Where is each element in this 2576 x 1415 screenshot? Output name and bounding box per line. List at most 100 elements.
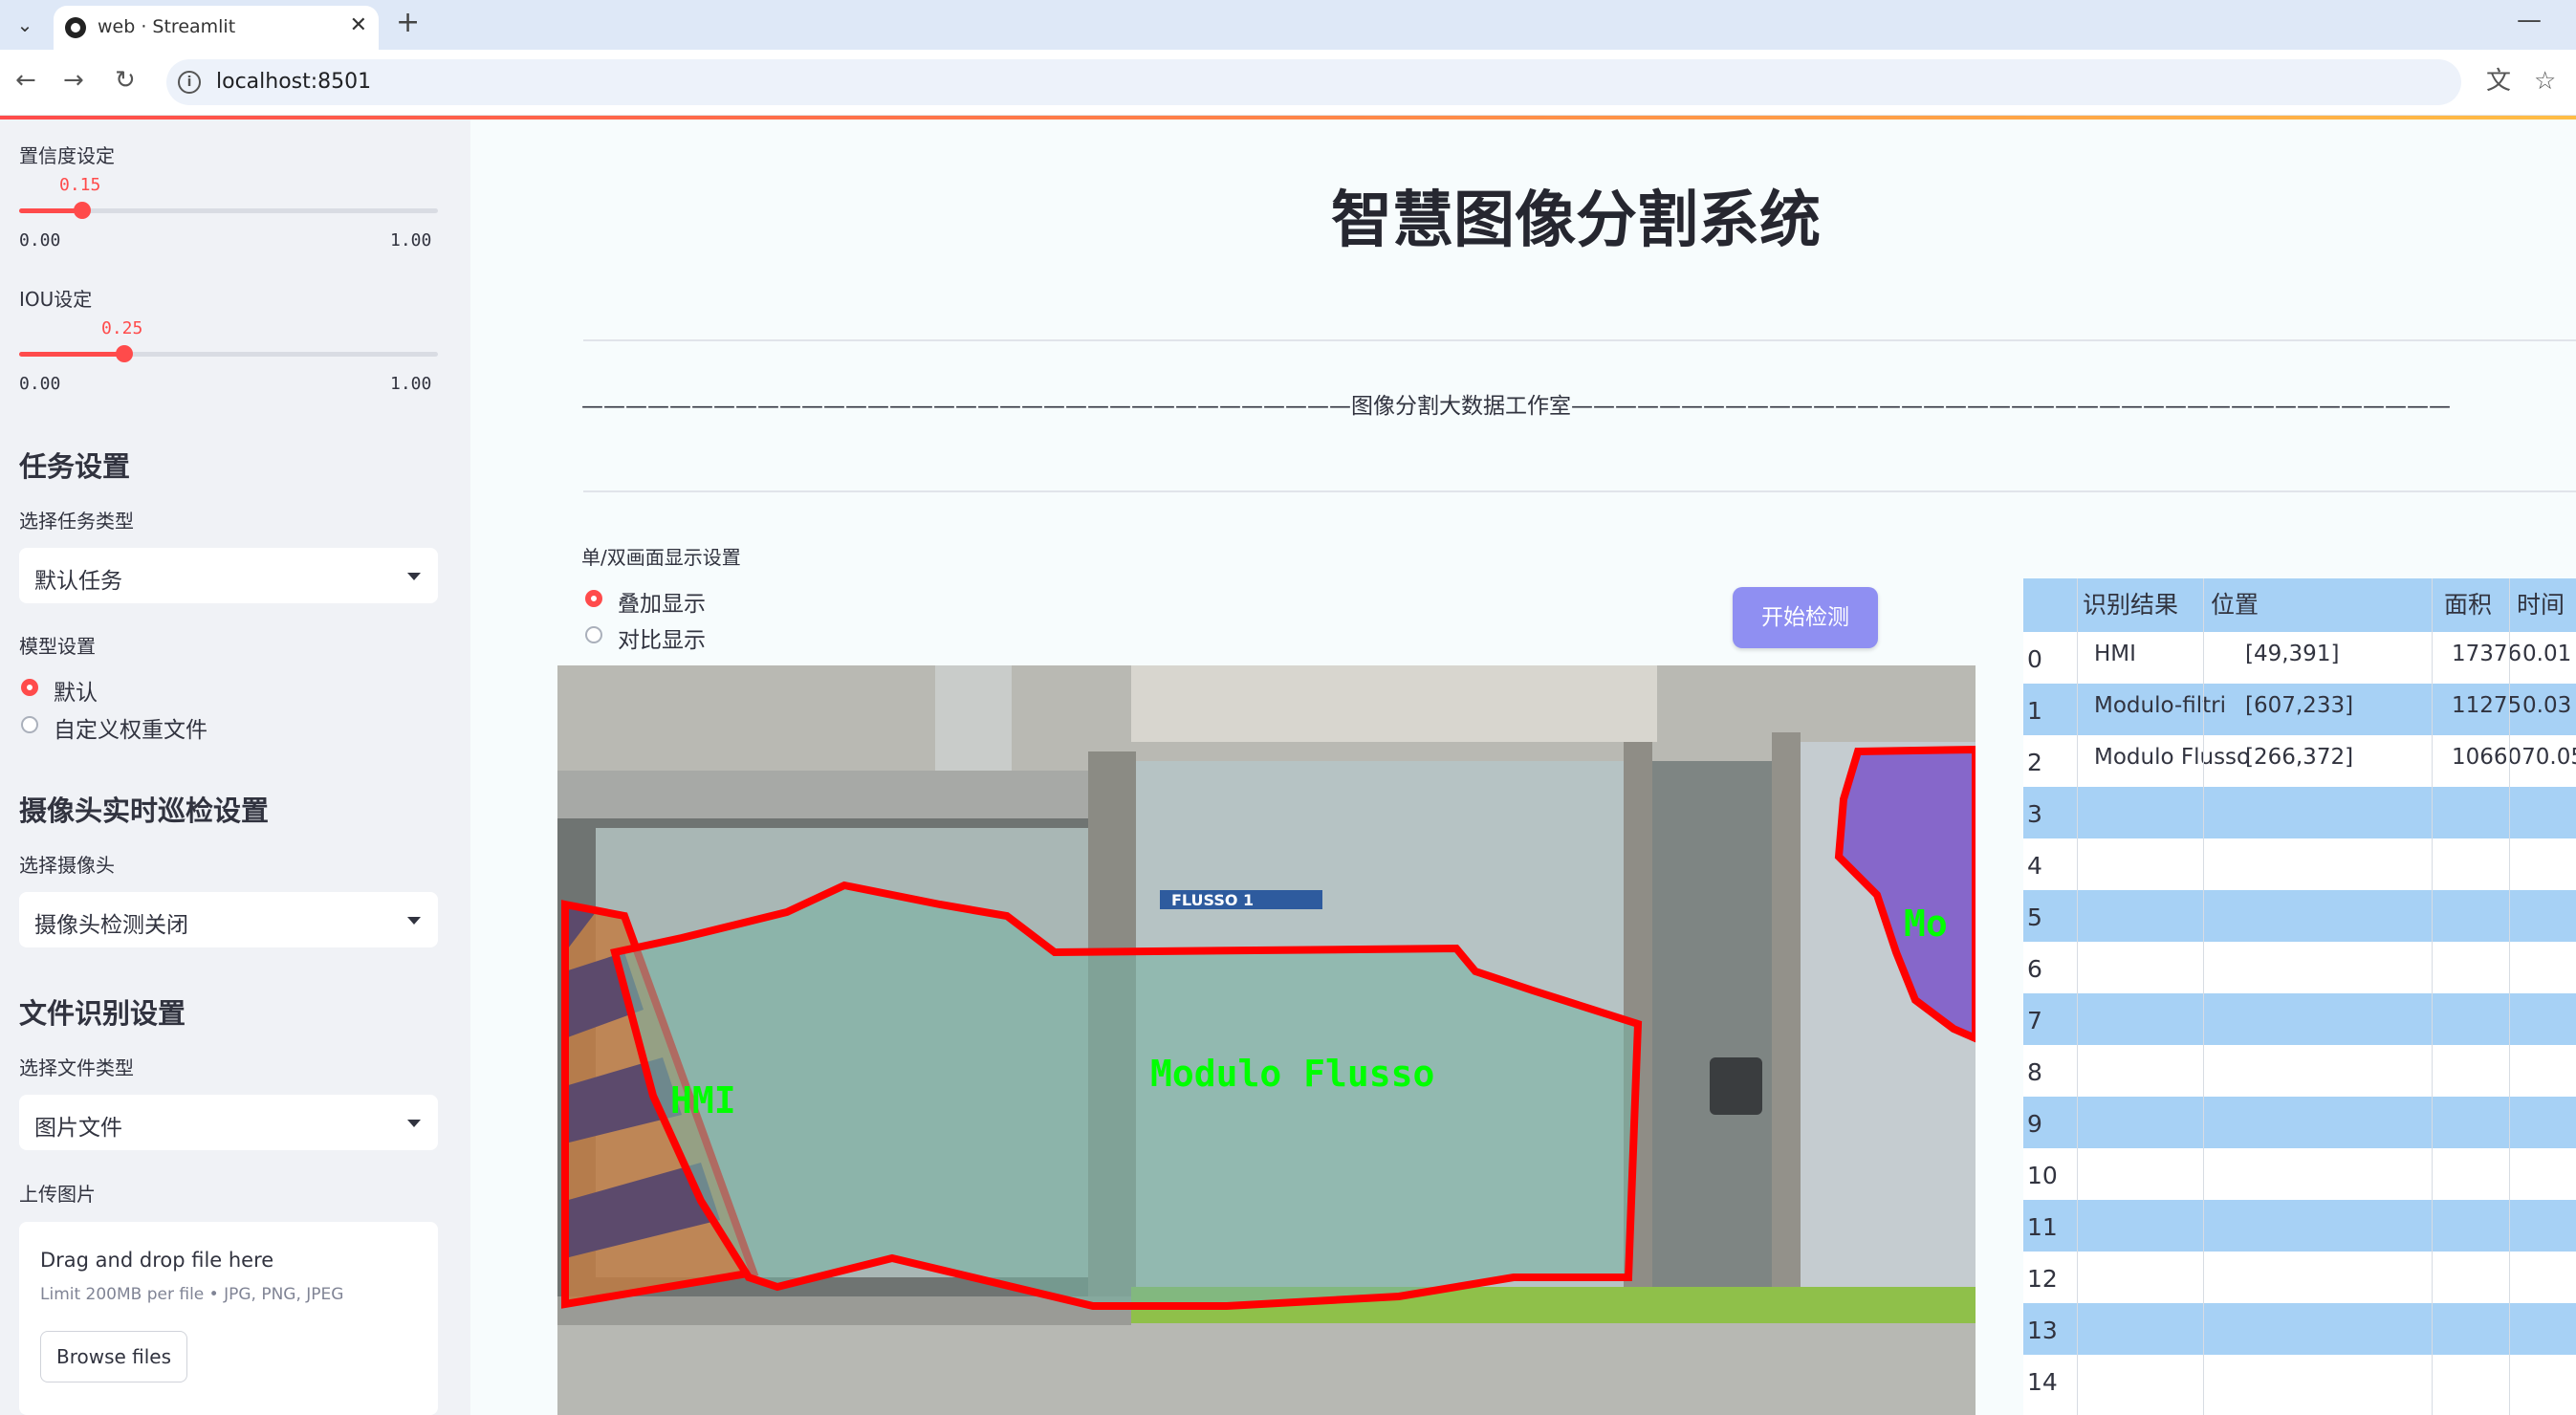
address-bar: ← → ↻ i localhost:8501 文 ☆ xyxy=(0,50,2576,116)
task-type-value: 默认任务 xyxy=(34,569,122,594)
iou-min: 0.00 xyxy=(19,374,61,394)
iou-slider-fill xyxy=(19,352,124,357)
start-detection-button[interactable]: 开始检测 xyxy=(1733,587,1878,648)
row-index: 10 xyxy=(2027,1162,2058,1189)
dropzone-limit: Limit 200MB per file • JPG, PNG, JPEG xyxy=(40,1285,344,1304)
task-type-select[interactable]: 默认任务 xyxy=(19,548,438,603)
chevron-down-icon xyxy=(407,573,421,580)
table-row[interactable]: 3 xyxy=(2023,787,2576,838)
browse-files-button[interactable]: Browse files xyxy=(40,1331,187,1382)
row-index: 11 xyxy=(2027,1213,2058,1241)
row-index: 14 xyxy=(2027,1368,2058,1396)
table-row[interactable]: 0 HMI [49,391] 17376 0.01 xyxy=(2023,632,2576,684)
row-index: 8 xyxy=(2027,1058,2042,1086)
table-row[interactable]: 8 xyxy=(2023,1045,2576,1097)
sidebar: 置信度设定 0.15 0.00 1.00 IOU设定 0.25 0.00 1.0… xyxy=(0,120,470,1415)
table-header: 识别结果 位置 面积 时间 xyxy=(2023,578,2576,632)
time-cell: 0.03 xyxy=(2522,693,2572,718)
row-index: 9 xyxy=(2027,1110,2042,1138)
area-cell: 11275 xyxy=(2452,693,2522,718)
row-index: 5 xyxy=(2027,903,2042,931)
table-row[interactable]: 10 xyxy=(2023,1148,2576,1200)
chevron-down-icon xyxy=(407,1120,421,1127)
row-index-cell: 13 xyxy=(2023,1303,2077,1355)
display-option-label: 叠加显示 xyxy=(618,592,706,617)
url-text: localhost:8501 xyxy=(216,70,372,94)
browser-tab-bar: ⌄ web · Streamlit ✕ + — xyxy=(0,0,2576,50)
row-index-cell: 5 xyxy=(2023,890,2077,942)
site-info-icon[interactable]: i xyxy=(178,71,201,94)
column-divider xyxy=(2509,578,2510,1415)
task-settings-heading: 任务设置 xyxy=(19,450,131,483)
new-tab-icon[interactable]: + xyxy=(396,8,420,38)
column-header-time: 时间 xyxy=(2517,591,2565,619)
table-row[interactable]: 4 xyxy=(2023,838,2576,890)
minimize-window-icon[interactable]: — xyxy=(2517,6,2542,34)
iou-slider-thumb[interactable] xyxy=(116,345,133,362)
file-dropzone[interactable]: Drag and drop file here Limit 200MB per … xyxy=(19,1222,438,1415)
confidence-label: 置信度设定 xyxy=(19,144,115,167)
row-index: 4 xyxy=(2027,852,2042,880)
row-index-cell: 12 xyxy=(2023,1252,2077,1303)
row-index: 6 xyxy=(2027,955,2042,983)
model-settings-label: 模型设置 xyxy=(19,635,96,658)
divider xyxy=(583,339,2576,341)
row-index-cell: 3 xyxy=(2023,787,2077,838)
time-cell: 0.01 xyxy=(2522,642,2572,666)
row-index-cell: 6 xyxy=(2023,942,2077,993)
table-row[interactable]: 12 xyxy=(2023,1252,2576,1303)
table-row[interactable]: 7 xyxy=(2023,993,2576,1045)
forward-arrow-icon[interactable]: → xyxy=(63,63,84,98)
back-arrow-icon[interactable]: ← xyxy=(15,63,36,98)
row-index: 1 xyxy=(2027,697,2042,725)
upload-image-label: 上传图片 xyxy=(19,1183,96,1206)
row-index: 7 xyxy=(2027,1007,2042,1034)
file-type-select[interactable]: 图片文件 xyxy=(19,1095,438,1150)
task-type-label: 选择任务类型 xyxy=(19,510,134,533)
table-row[interactable]: 11 xyxy=(2023,1200,2576,1252)
row-index: 13 xyxy=(2027,1317,2058,1344)
results-table[interactable]: 识别结果 位置 面积 时间 0 HMI [49,391] 17376 0.01 1 Modu… xyxy=(2023,578,2576,1415)
table-row[interactable]: 13 xyxy=(2023,1303,2576,1355)
file-type-value: 图片文件 xyxy=(34,1116,122,1141)
camera-select-value: 摄像头检测关闭 xyxy=(34,913,188,938)
table-row[interactable]: 5 xyxy=(2023,890,2576,942)
translate-icon[interactable]: 文 xyxy=(2486,67,2511,96)
camera-select[interactable]: 摄像头检测关闭 xyxy=(19,892,438,947)
table-row[interactable]: 6 xyxy=(2023,942,2576,993)
radio-unselected-icon[interactable] xyxy=(21,716,38,733)
area-cell: 17376 xyxy=(2452,642,2522,666)
segmentation-result-image: FLUSSO 1 HMI Modulo Flusso Mo xyxy=(557,665,1976,1415)
radio-selected-icon[interactable] xyxy=(21,679,38,696)
browser-tab[interactable]: web · Streamlit ✕ xyxy=(54,6,379,50)
file-settings-heading: 文件识别设置 xyxy=(19,997,186,1030)
bookmark-star-icon[interactable]: ☆ xyxy=(2534,67,2556,96)
page-title: 智慧图像分割系统 xyxy=(1331,185,1821,256)
row-index: 12 xyxy=(2027,1265,2058,1293)
radio-selected-icon[interactable] xyxy=(585,590,602,607)
display-option-label: 对比显示 xyxy=(618,628,706,653)
filtri-mask-label: Mo xyxy=(1904,903,1948,945)
main-content: 智慧图像分割系统 ———————————————————————————————… xyxy=(470,120,2576,1415)
confidence-min: 0.00 xyxy=(19,230,61,250)
result-cell: HMI xyxy=(2094,642,2136,666)
column-divider xyxy=(2203,578,2204,1415)
column-header-result: 识别结果 xyxy=(2083,591,2179,619)
close-tab-icon[interactable]: ✕ xyxy=(350,13,367,37)
table-row[interactable]: 9 xyxy=(2023,1097,2576,1148)
radio-unselected-icon[interactable] xyxy=(585,626,602,643)
reload-icon[interactable]: ↻ xyxy=(115,63,136,98)
table-row[interactable]: 2 Modulo Flusso [266,372] 1066070.05 xyxy=(2023,735,2576,787)
table-row[interactable]: 1 Modulo-filtri [607,233] 11275 0.03 xyxy=(2023,684,2576,735)
flusso-mask-label: Modulo Flusso xyxy=(1150,1053,1434,1095)
column-divider xyxy=(2077,578,2078,1415)
studio-banner: ———————————————————————————————————图像分割大… xyxy=(581,394,2451,419)
table-row[interactable]: 14 xyxy=(2023,1355,2576,1406)
confidence-slider-thumb[interactable] xyxy=(74,202,91,219)
iou-slider[interactable] xyxy=(19,345,438,362)
url-field[interactable]: i localhost:8501 xyxy=(166,59,2461,105)
divider xyxy=(583,490,2576,492)
confidence-slider[interactable] xyxy=(19,202,438,219)
tab-search-chevron-icon[interactable]: ⌄ xyxy=(11,11,38,38)
row-index-cell: 11 xyxy=(2023,1200,2077,1252)
